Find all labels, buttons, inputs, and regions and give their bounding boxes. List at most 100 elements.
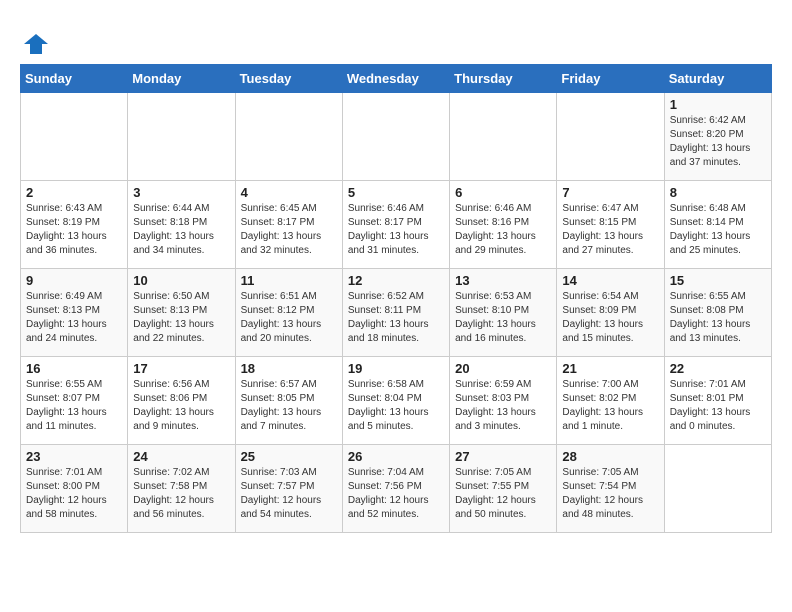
day-info: Sunrise: 6:50 AM Sunset: 8:13 PM Dayligh…	[133, 290, 229, 346]
day-info: Sunrise: 7:00 AM Sunset: 8:02 PM Dayligh…	[562, 378, 658, 434]
day-cell: 28 Sunrise: 7:05 AM Sunset: 7:54 PM Dayli…	[557, 445, 664, 533]
day-info: Sunrise: 6:56 AM Sunset: 8:06 PM Dayligh…	[133, 378, 229, 434]
day-number: 10	[133, 273, 229, 288]
day-cell	[664, 445, 771, 533]
day-cell: 18 Sunrise: 6:57 AM Sunset: 8:05 PM Dayli…	[235, 357, 342, 445]
page-header	[20, 20, 772, 54]
day-info: Sunrise: 7:01 AM Sunset: 8:00 PM Dayligh…	[26, 466, 122, 522]
day-cell: 8 Sunrise: 6:48 AM Sunset: 8:14 PM Daylig…	[664, 181, 771, 269]
day-number: 5	[348, 185, 444, 200]
day-cell: 21 Sunrise: 7:00 AM Sunset: 8:02 PM Dayli…	[557, 357, 664, 445]
day-cell: 16Sunrise: 6:55 AM Sunset: 8:07 PM Dayli…	[21, 357, 128, 445]
day-number: 25	[241, 449, 337, 464]
day-number: 18	[241, 361, 337, 376]
day-info: Sunrise: 6:43 AM Sunset: 8:19 PM Dayligh…	[26, 202, 122, 258]
day-number: 13	[455, 273, 551, 288]
day-number: 1	[670, 97, 766, 112]
day-info: Sunrise: 6:57 AM Sunset: 8:05 PM Dayligh…	[241, 378, 337, 434]
week-row-3: 9 Sunrise: 6:49 AM Sunset: 8:13 PM Daylig…	[21, 269, 772, 357]
day-cell: 6 Sunrise: 6:46 AM Sunset: 8:16 PM Daylig…	[450, 181, 557, 269]
day-number: 17	[133, 361, 229, 376]
day-number: 3	[133, 185, 229, 200]
day-cell	[450, 93, 557, 181]
day-number: 21	[562, 361, 658, 376]
day-cell	[342, 93, 449, 181]
day-info: Sunrise: 6:45 AM Sunset: 8:17 PM Dayligh…	[241, 202, 337, 258]
day-info: Sunrise: 7:01 AM Sunset: 8:01 PM Dayligh…	[670, 378, 766, 434]
day-info: Sunrise: 6:53 AM Sunset: 8:10 PM Dayligh…	[455, 290, 551, 346]
day-number: 9	[26, 273, 122, 288]
day-number: 14	[562, 273, 658, 288]
day-info: Sunrise: 6:46 AM Sunset: 8:16 PM Dayligh…	[455, 202, 551, 258]
day-cell: 3Sunrise: 6:44 AM Sunset: 8:18 PM Daylig…	[128, 181, 235, 269]
weekday-thursday: Thursday	[450, 65, 557, 93]
day-cell: 12 Sunrise: 6:52 AM Sunset: 8:11 PM Dayli…	[342, 269, 449, 357]
day-cell: 10 Sunrise: 6:50 AM Sunset: 8:13 PM Dayli…	[128, 269, 235, 357]
calendar-body: 1 Sunrise: 6:42 AM Sunset: 8:20 PM Daylig…	[21, 93, 772, 533]
day-cell: 15 Sunrise: 6:55 AM Sunset: 8:08 PM Dayli…	[664, 269, 771, 357]
weekday-monday: Monday	[128, 65, 235, 93]
weekday-saturday: Saturday	[664, 65, 771, 93]
day-cell	[128, 93, 235, 181]
day-info: Sunrise: 6:48 AM Sunset: 8:14 PM Dayligh…	[670, 202, 766, 258]
day-cell: 1 Sunrise: 6:42 AM Sunset: 8:20 PM Daylig…	[664, 93, 771, 181]
day-cell	[21, 93, 128, 181]
day-info: Sunrise: 7:05 AM Sunset: 7:55 PM Dayligh…	[455, 466, 551, 522]
day-number: 20	[455, 361, 551, 376]
day-cell: 23Sunrise: 7:01 AM Sunset: 8:00 PM Dayli…	[21, 445, 128, 533]
day-info: Sunrise: 7:02 AM Sunset: 7:58 PM Dayligh…	[133, 466, 229, 522]
day-number: 12	[348, 273, 444, 288]
day-number: 16	[26, 361, 122, 376]
weekday-sunday: Sunday	[21, 65, 128, 93]
day-cell: 22 Sunrise: 7:01 AM Sunset: 8:01 PM Dayli…	[664, 357, 771, 445]
day-info: Sunrise: 6:52 AM Sunset: 8:11 PM Dayligh…	[348, 290, 444, 346]
day-cell: 13 Sunrise: 6:53 AM Sunset: 8:10 PM Dayli…	[450, 269, 557, 357]
day-number: 4	[241, 185, 337, 200]
logo-icon	[22, 30, 50, 58]
week-row-2: 2 Sunrise: 6:43 AM Sunset: 8:19 PM Daylig…	[21, 181, 772, 269]
logo	[20, 30, 50, 54]
day-number: 28	[562, 449, 658, 464]
day-number: 27	[455, 449, 551, 464]
day-cell: 25Sunrise: 7:03 AM Sunset: 7:57 PM Dayli…	[235, 445, 342, 533]
week-row-4: 16Sunrise: 6:55 AM Sunset: 8:07 PM Dayli…	[21, 357, 772, 445]
day-number: 6	[455, 185, 551, 200]
weekday-wednesday: Wednesday	[342, 65, 449, 93]
day-cell: 2 Sunrise: 6:43 AM Sunset: 8:19 PM Daylig…	[21, 181, 128, 269]
day-info: Sunrise: 6:49 AM Sunset: 8:13 PM Dayligh…	[26, 290, 122, 346]
day-cell: 9 Sunrise: 6:49 AM Sunset: 8:13 PM Daylig…	[21, 269, 128, 357]
day-cell: 27 Sunrise: 7:05 AM Sunset: 7:55 PM Dayli…	[450, 445, 557, 533]
day-info: Sunrise: 7:05 AM Sunset: 7:54 PM Dayligh…	[562, 466, 658, 522]
day-info: Sunrise: 6:51 AM Sunset: 8:12 PM Dayligh…	[241, 290, 337, 346]
day-info: Sunrise: 7:04 AM Sunset: 7:56 PM Dayligh…	[348, 466, 444, 522]
day-number: 24	[133, 449, 229, 464]
day-info: Sunrise: 6:55 AM Sunset: 8:08 PM Dayligh…	[670, 290, 766, 346]
day-info: Sunrise: 6:58 AM Sunset: 8:04 PM Dayligh…	[348, 378, 444, 434]
day-number: 7	[562, 185, 658, 200]
day-cell	[557, 93, 664, 181]
day-number: 22	[670, 361, 766, 376]
day-number: 2	[26, 185, 122, 200]
day-cell: 4 Sunrise: 6:45 AM Sunset: 8:17 PM Daylig…	[235, 181, 342, 269]
day-info: Sunrise: 6:46 AM Sunset: 8:17 PM Dayligh…	[348, 202, 444, 258]
weekday-tuesday: Tuesday	[235, 65, 342, 93]
day-cell: 26 Sunrise: 7:04 AM Sunset: 7:56 PM Dayli…	[342, 445, 449, 533]
day-info: Sunrise: 6:42 AM Sunset: 8:20 PM Dayligh…	[670, 114, 766, 170]
week-row-5: 23Sunrise: 7:01 AM Sunset: 8:00 PM Dayli…	[21, 445, 772, 533]
day-cell: 24 Sunrise: 7:02 AM Sunset: 7:58 PM Dayli…	[128, 445, 235, 533]
weekday-friday: Friday	[557, 65, 664, 93]
day-number: 11	[241, 273, 337, 288]
day-cell: 17 Sunrise: 6:56 AM Sunset: 8:06 PM Dayli…	[128, 357, 235, 445]
day-cell: 14 Sunrise: 6:54 AM Sunset: 8:09 PM Dayli…	[557, 269, 664, 357]
day-number: 15	[670, 273, 766, 288]
weekday-header-row: SundayMondayTuesdayWednesdayThursdayFrid…	[21, 65, 772, 93]
calendar-table: SundayMondayTuesdayWednesdayThursdayFrid…	[20, 64, 772, 533]
day-cell: 11 Sunrise: 6:51 AM Sunset: 8:12 PM Dayli…	[235, 269, 342, 357]
day-cell: 5 Sunrise: 6:46 AM Sunset: 8:17 PM Daylig…	[342, 181, 449, 269]
day-cell: 20 Sunrise: 6:59 AM Sunset: 8:03 PM Dayli…	[450, 357, 557, 445]
day-cell	[235, 93, 342, 181]
day-number: 8	[670, 185, 766, 200]
day-info: Sunrise: 6:59 AM Sunset: 8:03 PM Dayligh…	[455, 378, 551, 434]
day-number: 26	[348, 449, 444, 464]
day-info: Sunrise: 6:54 AM Sunset: 8:09 PM Dayligh…	[562, 290, 658, 346]
